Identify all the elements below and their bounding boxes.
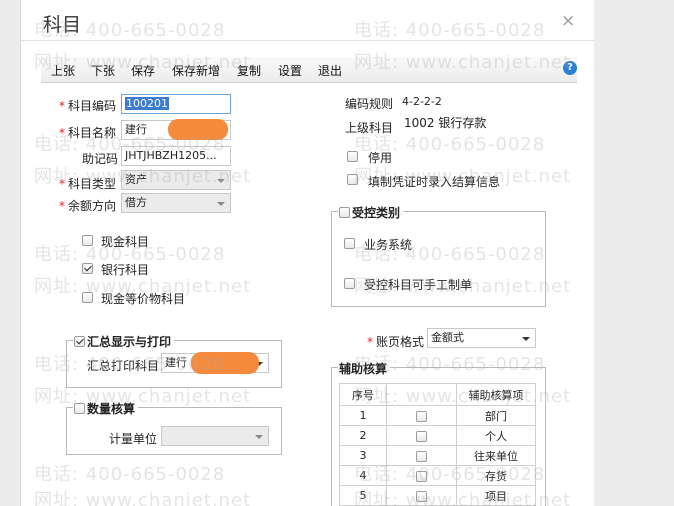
row-item: 部门 <box>456 405 536 426</box>
chevron-down-icon <box>217 179 225 183</box>
cash-equiv-label: 现金等价物科目 <box>101 292 186 306</box>
row-checkbox-cell <box>386 405 457 426</box>
redaction-mark <box>168 119 228 140</box>
save-new-button[interactable]: 保存新增 <box>172 62 220 79</box>
bank-label: 银行科目 <box>101 263 150 277</box>
unit-select[interactable] <box>161 426 269 446</box>
header-checkbox <box>386 383 457 406</box>
manual-checkbox[interactable] <box>344 278 355 289</box>
prev-button[interactable]: 上张 <box>51 62 75 79</box>
row-checkbox[interactable] <box>416 450 427 462</box>
copy-button[interactable]: 复制 <box>237 62 261 79</box>
mnemonic-label: 助记码 <box>82 152 119 166</box>
next-button[interactable]: 下张 <box>91 62 115 79</box>
balance-label: * 余额方向 <box>59 199 117 213</box>
row-index: 3 <box>339 445 387 466</box>
row-checkbox-cell <box>386 465 457 486</box>
business-label: 业务系统 <box>364 238 413 252</box>
parent-value: 1002 银行存款 <box>404 116 487 130</box>
table-row[interactable]: 5 项目 <box>339 485 536 506</box>
title-divider <box>21 40 595 41</box>
bank-checkbox[interactable] <box>82 263 93 274</box>
header-index: 序号 <box>339 383 387 406</box>
summary-legend: 汇总显示与打印 <box>73 333 175 350</box>
chevron-down-icon <box>522 337 530 341</box>
row-item: 个人 <box>456 425 536 446</box>
type-select[interactable]: 资产 <box>121 170 231 190</box>
settlement-label: 填制凭证时录入结算信息 <box>368 175 501 189</box>
summary-checkbox[interactable] <box>74 336 85 347</box>
parent-label: 上级科目 <box>345 121 394 135</box>
settings-button[interactable]: 设置 <box>278 62 302 79</box>
dialog-title: 科目 <box>43 14 82 36</box>
coding-rule-label: 编码规则 <box>345 97 394 111</box>
chevron-down-icon <box>255 435 263 439</box>
row-index: 4 <box>339 465 387 486</box>
manual-label: 受控科目可手工制单 <box>364 278 473 292</box>
table-header-row: 序号 辅助核算项 <box>339 383 536 406</box>
unit-label: 计量单位 <box>109 432 158 446</box>
controlled-legend: 受控类别 <box>338 204 404 221</box>
row-item: 往来单位 <box>456 445 536 466</box>
table-row[interactable]: 2 个人 <box>339 425 536 446</box>
cash-checkbox[interactable] <box>82 235 93 246</box>
quantity-legend: 数量核算 <box>73 400 139 417</box>
coding-rule-value: 4-2-2-2 <box>402 95 442 108</box>
header-item: 辅助核算项 <box>456 383 536 406</box>
auxiliary-legend: 辅助核算 <box>338 360 391 377</box>
row-item: 存货 <box>456 465 536 486</box>
type-label: * 科目类型 <box>59 177 117 191</box>
toolbar: 上张 下张 保存 保存新增 复制 设置 退出 ? <box>41 57 577 83</box>
business-checkbox[interactable] <box>344 238 355 249</box>
row-checkbox-cell <box>386 425 457 446</box>
row-index: 1 <box>339 405 387 426</box>
exit-button[interactable]: 退出 <box>318 62 342 79</box>
save-button[interactable]: 保存 <box>131 62 155 79</box>
code-label: * 科目编码 <box>59 99 117 113</box>
balance-select[interactable]: 借方 <box>121 193 231 213</box>
auxiliary-table: 序号 辅助核算项 1 部门 2 个人 3 往来单位 4 存货 5 项目 <box>339 383 536 506</box>
close-icon[interactable]: × <box>561 11 575 31</box>
help-icon[interactable]: ? <box>563 61 577 75</box>
ledger-select[interactable]: 金额式 <box>427 328 536 348</box>
account-dialog: 科目 × 上张 下张 保存 保存新增 复制 设置 退出 ? * 科目编码 1002… <box>20 0 595 506</box>
controlled-checkbox[interactable] <box>339 207 350 218</box>
disable-checkbox[interactable] <box>347 151 358 162</box>
summary-print-label: 汇总打印科目 <box>87 359 160 373</box>
table-row[interactable]: 1 部门 <box>339 405 536 426</box>
settlement-checkbox[interactable] <box>347 174 358 185</box>
row-index: 5 <box>339 485 387 506</box>
quantity-checkbox[interactable] <box>74 403 85 414</box>
row-checkbox[interactable] <box>416 490 427 502</box>
row-item: 项目 <box>456 485 536 506</box>
row-checkbox[interactable] <box>416 470 427 482</box>
row-checkbox[interactable] <box>416 430 427 442</box>
chevron-down-icon <box>217 202 225 206</box>
row-index: 2 <box>339 425 387 446</box>
row-checkbox-cell <box>386 485 457 506</box>
cash-label: 现金科目 <box>101 235 150 249</box>
redaction-mark <box>191 352 259 374</box>
table-row[interactable]: 4 存货 <box>339 465 536 486</box>
mnemonic-input[interactable]: JHTJHBZH1205... <box>121 146 231 166</box>
name-label: * 科目名称 <box>59 126 117 140</box>
code-input[interactable]: 100201 <box>121 94 231 114</box>
ledger-label: * 账页格式 <box>367 335 425 349</box>
table-row[interactable]: 3 往来单位 <box>339 445 536 466</box>
row-checkbox[interactable] <box>416 410 427 422</box>
disable-label: 停用 <box>368 151 393 165</box>
row-checkbox-cell <box>386 445 457 466</box>
cash-equiv-checkbox[interactable] <box>82 292 93 303</box>
